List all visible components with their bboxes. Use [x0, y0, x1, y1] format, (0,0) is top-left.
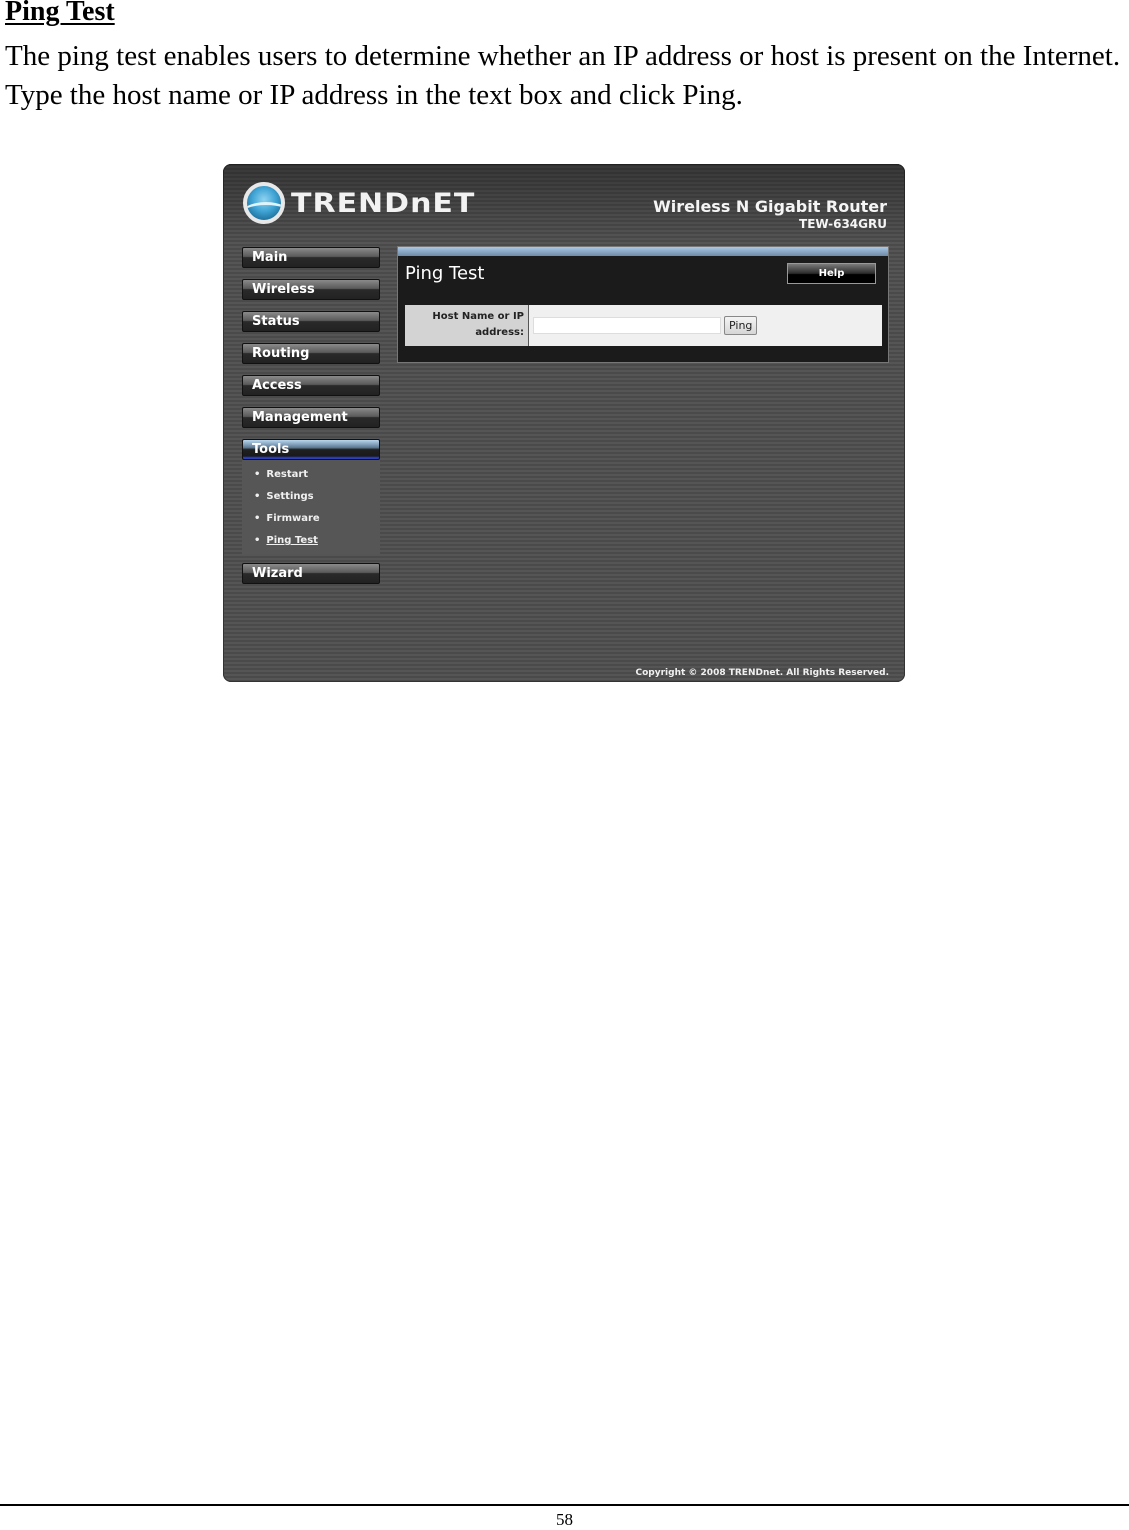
nav-main[interactable]: Main — [242, 247, 380, 268]
bullet-icon: • — [254, 513, 261, 524]
copyright-text: Copyright © 2008 TRENDnet. All Rights Re… — [635, 668, 890, 678]
panel-topbar — [398, 247, 888, 256]
nav-access[interactable]: Access — [242, 375, 380, 396]
help-button[interactable]: Help — [787, 263, 876, 284]
nav-routing[interactable]: Routing — [242, 343, 380, 364]
logo-text: TRENDnET — [291, 187, 476, 219]
section-paragraph: The ping test enables users to determine… — [5, 40, 1121, 111]
submenu-settings[interactable]: • Settings — [242, 486, 380, 508]
page-number: 58 — [556, 1510, 573, 1529]
panel-title: Ping Test — [405, 263, 485, 284]
host-field-cell: Ping — [529, 305, 882, 346]
submenu-firmware[interactable]: • Firmware — [242, 508, 380, 530]
nav-wireless[interactable]: Wireless — [242, 279, 380, 300]
nav-wizard[interactable]: Wizard — [242, 563, 380, 584]
product-name: Wireless N Gigabit Router — [653, 197, 887, 216]
ping-test-panel: Ping Test Help Host Name or IP address: … — [397, 246, 889, 363]
host-input[interactable] — [533, 317, 721, 334]
nav-tools[interactable]: Tools — [242, 439, 380, 460]
sidebar-nav: Main Wireless Status Routing Access Mana… — [242, 247, 382, 595]
tools-submenu: • Restart • Settings • Firmware • Ping Test — [242, 460, 380, 554]
host-field-label: Host Name or IP address: — [405, 305, 529, 346]
product-info: Wireless N Gigabit Router TEW-634GRU — [653, 198, 887, 232]
nav-management[interactable]: Management — [242, 407, 380, 428]
submenu-ping-test[interactable]: • Ping Test — [242, 530, 380, 552]
ping-button[interactable]: Ping — [724, 316, 758, 335]
submenu-restart[interactable]: • Restart — [242, 464, 380, 486]
globe-icon — [243, 182, 285, 224]
footer-divider — [0, 1504, 1129, 1506]
bullet-icon: • — [254, 535, 261, 546]
bullet-icon: • — [254, 491, 261, 502]
host-form-row: Host Name or IP address: Ping — [405, 305, 882, 346]
product-model: TEW-634GRU — [799, 217, 887, 231]
nav-status[interactable]: Status — [242, 311, 380, 332]
bullet-icon: • — [254, 469, 261, 480]
router-screenshot: TRENDnET Wireless N Gigabit Router TEW-6… — [223, 164, 905, 682]
trendnet-logo: TRENDnET — [243, 182, 475, 224]
section-heading: Ping Test — [5, 0, 115, 27]
